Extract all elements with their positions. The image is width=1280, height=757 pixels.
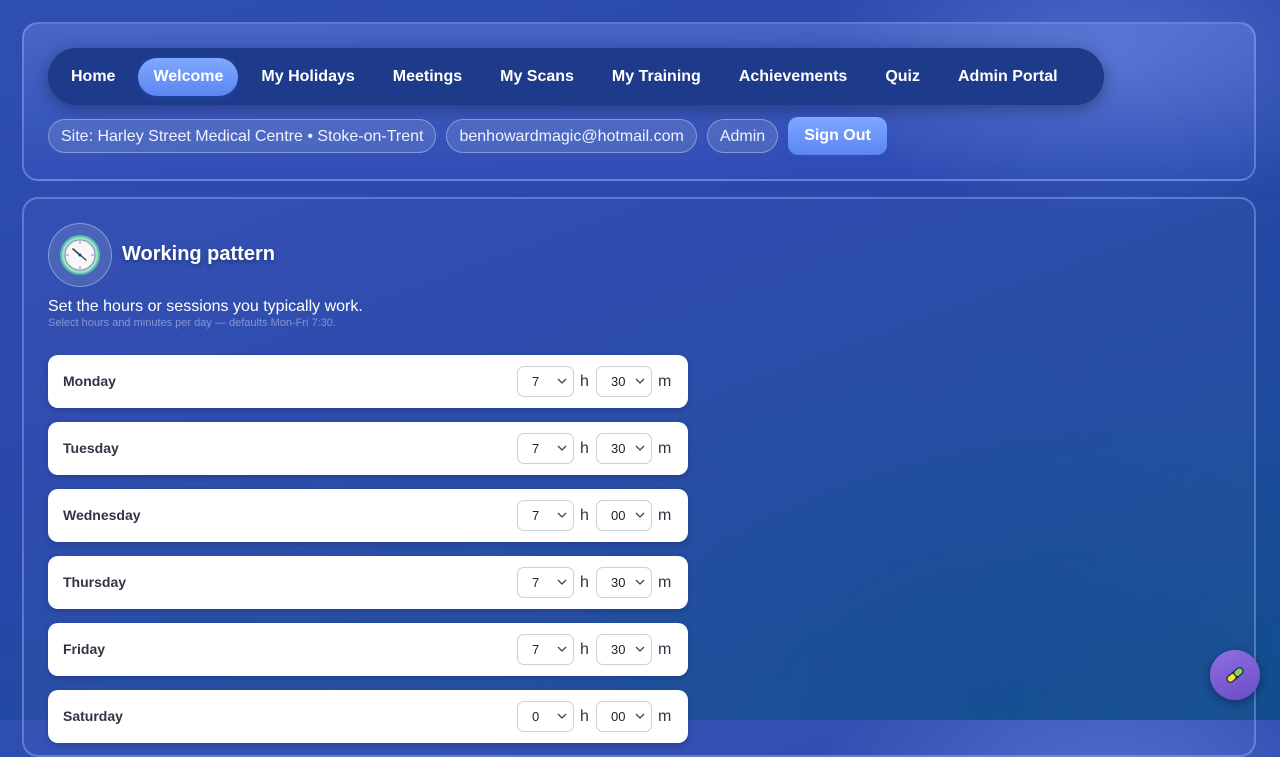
chevron-down-icon — [557, 378, 567, 384]
main-nav: Home Welcome My Holidays Meetings My Sca… — [48, 48, 1104, 105]
hours-select[interactable]: 0 — [517, 701, 574, 732]
sign-out-button[interactable]: Sign Out — [788, 117, 887, 155]
minutes-select[interactable]: 30 — [596, 366, 652, 397]
user-bar: Site: Harley Street Medical Centre • Sto… — [48, 117, 887, 155]
day-row-wednesday: Wednesday 7 h 00 m — [48, 489, 688, 542]
hours-select[interactable]: 7 — [517, 567, 574, 598]
nav-quiz[interactable]: Quiz — [870, 58, 935, 96]
minutes-select[interactable]: 30 — [596, 634, 652, 665]
day-label: Monday — [63, 373, 116, 389]
minutes-unit: m — [658, 574, 672, 591]
hours-unit: h — [580, 708, 589, 725]
day-label: Friday — [63, 641, 106, 657]
nav-meetings[interactable]: Meetings — [378, 58, 477, 96]
minutes-unit: m — [658, 641, 672, 658]
hours-unit: h — [580, 507, 589, 524]
minutes-select[interactable]: 00 — [596, 500, 652, 531]
nav-my-holidays[interactable]: My Holidays — [246, 58, 369, 96]
day-label: Thursday — [63, 574, 127, 590]
nav-my-scans[interactable]: My Scans — [485, 58, 589, 96]
floating-action-button[interactable] — [1210, 650, 1260, 700]
day-row-monday: Monday 7 h 30 m — [48, 355, 688, 408]
nav-welcome[interactable]: Welcome — [138, 57, 239, 96]
clock-icon — [48, 223, 112, 287]
hours-unit: h — [580, 641, 589, 658]
pill-icon — [1226, 667, 1244, 683]
section-title: Working pattern — [122, 243, 275, 265]
chevron-down-icon — [635, 378, 645, 384]
nav-my-training[interactable]: My Training — [597, 58, 716, 96]
day-row-thursday: Thursday 7 h 30 m — [48, 556, 688, 609]
day-label: Saturday — [63, 708, 123, 724]
chevron-down-icon — [557, 445, 567, 451]
hours-unit: h — [580, 440, 589, 457]
user-email-badge: benhowardmagic@hotmail.com — [446, 119, 697, 153]
hours-select[interactable]: 7 — [517, 634, 574, 665]
hours-select[interactable]: 7 — [517, 433, 574, 464]
day-label: Wednesday — [63, 507, 141, 523]
chevron-down-icon — [557, 579, 567, 585]
site-badge: Site: Harley Street Medical Centre • Sto… — [48, 119, 437, 153]
day-row-friday: Friday 7 h 30 m — [48, 623, 688, 676]
day-label: Tuesday — [63, 440, 119, 456]
minutes-select[interactable]: 00 — [596, 701, 652, 732]
nav-admin-portal[interactable]: Admin Portal — [943, 58, 1073, 96]
minutes-unit: m — [658, 373, 672, 390]
minutes-select[interactable]: 30 — [596, 433, 652, 464]
hours-select[interactable]: 7 — [517, 500, 574, 531]
section-hint: Select hours and minutes per day — defau… — [48, 317, 336, 329]
chevron-down-icon — [557, 512, 567, 518]
minutes-unit: m — [658, 708, 672, 725]
chevron-down-icon — [635, 646, 645, 652]
hours-unit: h — [580, 373, 589, 390]
day-row-saturday: Saturday 0 h 00 m — [48, 690, 688, 743]
nav-home[interactable]: Home — [56, 58, 130, 96]
chevron-down-icon — [557, 646, 567, 652]
nav-achievements[interactable]: Achievements — [724, 58, 863, 96]
chevron-down-icon — [635, 445, 645, 451]
section-description: Set the hours or sessions you typically … — [48, 298, 363, 315]
minutes-unit: m — [658, 440, 672, 457]
hours-unit: h — [580, 574, 589, 591]
minutes-select[interactable]: 30 — [596, 567, 652, 598]
chevron-down-icon — [635, 579, 645, 585]
role-badge: Admin — [706, 119, 779, 153]
chevron-down-icon — [635, 512, 645, 518]
hours-select[interactable]: 7 — [517, 366, 574, 397]
minutes-unit: m — [658, 507, 672, 524]
day-row-tuesday: Tuesday 7 h 30 m — [48, 422, 688, 475]
